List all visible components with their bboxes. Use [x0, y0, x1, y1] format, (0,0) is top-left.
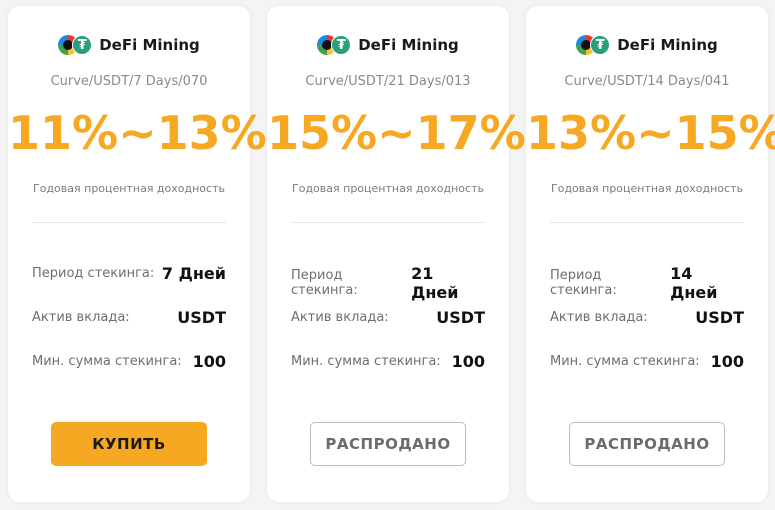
row-value: 100 [710, 352, 744, 371]
apy-label: Годовая процентная доходность [33, 182, 225, 195]
pool-identifier: Curve/USDT/7 Days/070 [50, 74, 208, 89]
logo-pair: ₮ [317, 34, 353, 56]
staking-period-row: Период стекинга: 7 Дней [32, 264, 226, 283]
apy-label: Годовая процентная доходность [551, 182, 743, 195]
row-label: Период стекинга: [291, 268, 358, 298]
deposit-asset-row: Актив вклада: USDT [291, 308, 485, 327]
product-card-21-days: ₮ DeFi Mining Curve/USDT/21 Days/013 15%… [267, 6, 526, 502]
deposit-asset-row: Актив вклада: USDT [32, 308, 226, 327]
row-label: Период стекинга: [32, 266, 155, 281]
brand-name: DeFi Mining [358, 36, 459, 54]
row-value: USDT [177, 308, 226, 327]
apy-range: 13%~15% [526, 106, 775, 160]
row-label: Мин. сумма стекинга: [550, 354, 700, 369]
brand-header: ₮ DeFi Mining [526, 34, 768, 56]
row-value: 7 Дней [161, 264, 226, 283]
apy-label: Годовая процентная доходность [292, 182, 484, 195]
logo-pair: ₮ [576, 34, 612, 56]
row-value: 100 [192, 352, 226, 371]
row-value: USDT [436, 308, 485, 327]
min-stake-row: Мин. сумма стекинга: 100 [32, 352, 226, 371]
logo-pair: ₮ [58, 34, 94, 56]
tether-logo-icon: ₮ [72, 35, 93, 55]
min-stake-row: Мин. сумма стекинга: 100 [291, 352, 485, 371]
row-label: Мин. сумма стекинга: [32, 354, 182, 369]
apy-range: 11%~13% [8, 106, 267, 160]
deposit-asset-row: Актив вклада: USDT [550, 308, 744, 327]
row-value: USDT [695, 308, 744, 327]
brand-header: ₮ DeFi Mining [267, 34, 509, 56]
row-label: Мин. сумма стекинга: [291, 354, 441, 369]
row-value: 100 [451, 352, 485, 371]
row-label: Период стекинга: [550, 268, 617, 298]
pool-identifier: Curve/USDT/21 Days/013 [305, 74, 471, 89]
product-card-7-days: ₮ DeFi Mining Curve/USDT/7 Days/070 11%~… [8, 6, 267, 502]
min-stake-row: Мин. сумма стекинга: 100 [550, 352, 744, 371]
product-card-14-days: ₮ DeFi Mining Curve/USDT/14 Days/041 13%… [526, 6, 775, 502]
row-label: Актив вклада: [550, 310, 648, 325]
sold-out-button[interactable]: РАСПРОДАНО [569, 422, 725, 466]
buy-button[interactable]: КУПИТЬ [51, 422, 207, 466]
divider [291, 222, 485, 223]
pool-identifier: Curve/USDT/14 Days/041 [564, 74, 730, 89]
staking-period-row: Период стекинга: 14 Дней [550, 264, 744, 302]
divider [32, 222, 226, 223]
brand-name: DeFi Mining [99, 36, 200, 54]
row-label: Актив вклада: [291, 310, 389, 325]
divider [550, 222, 744, 223]
row-label: Актив вклада: [32, 310, 130, 325]
tether-logo-icon: ₮ [331, 35, 352, 55]
apy-range: 15%~17% [267, 106, 526, 160]
brand-header: ₮ DeFi Mining [8, 34, 250, 56]
row-value: 21 Дней [411, 264, 459, 302]
tether-logo-icon: ₮ [590, 35, 611, 55]
row-value: 14 Дней [670, 264, 718, 302]
sold-out-button[interactable]: РАСПРОДАНО [310, 422, 466, 466]
staking-period-row: Период стекинга: 21 Дней [291, 264, 485, 302]
brand-name: DeFi Mining [617, 36, 718, 54]
